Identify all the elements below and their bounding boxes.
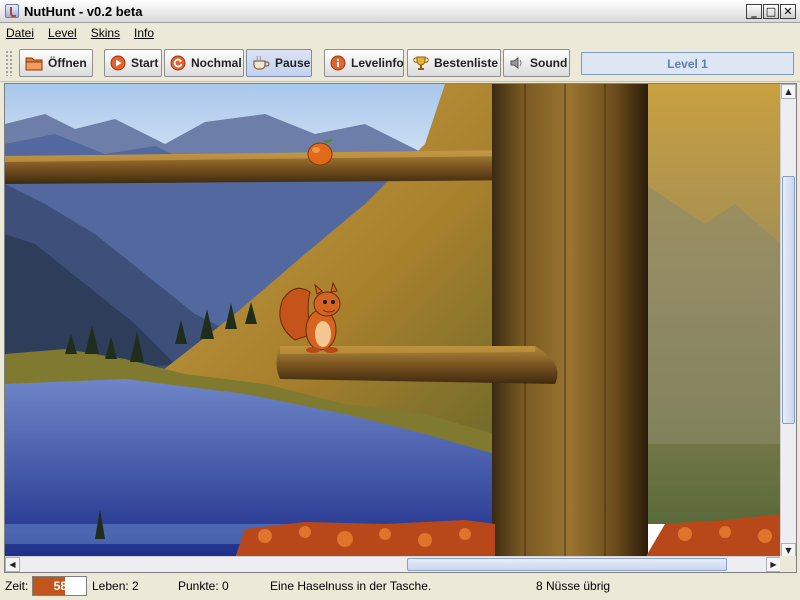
time-progress-bar: 58	[32, 576, 87, 596]
status-bar: Zeit: Leben: 2 Punkte: 0 Eine Haselnuss …	[0, 575, 800, 600]
scroll-up-arrow[interactable]: ▲	[781, 84, 796, 99]
start-button[interactable]: Start	[104, 49, 162, 77]
menu-info[interactable]: Info	[134, 26, 154, 40]
game-scene	[5, 84, 781, 558]
speaker-icon	[509, 54, 525, 72]
open-button-label: Öffnen	[48, 56, 87, 70]
time-value: 58	[53, 579, 67, 593]
levelinfo-button-label: Levelinfo	[351, 56, 404, 70]
menu-info-label: Info	[134, 26, 155, 40]
sound-button-label: Sound	[530, 56, 568, 70]
game-viewport: ▲ ▼ ◀ ▶	[4, 83, 797, 573]
highscores-button-label: Bestenliste	[434, 56, 499, 70]
info-icon	[330, 54, 346, 72]
scroll-right-arrow[interactable]: ▶	[766, 557, 781, 572]
horizontal-scrollbar[interactable]: ◀ ▶	[5, 556, 781, 572]
toolbar-grip[interactable]	[5, 50, 13, 76]
scroll-left-arrow[interactable]: ◀	[5, 557, 20, 572]
sound-button[interactable]: Sound	[503, 49, 570, 77]
minimize-button[interactable]: _	[746, 4, 762, 19]
menu-skins-label: Skins	[90, 26, 121, 40]
lives-counter: Leben: 2	[92, 579, 139, 593]
open-button[interactable]: Öffnen	[19, 49, 93, 77]
folder-icon	[25, 54, 43, 72]
time-label: Zeit:	[5, 579, 29, 593]
refresh-icon	[170, 54, 186, 72]
points-counter: Punkte: 0	[178, 579, 229, 593]
menu-bar: Datei Level Skins Info	[0, 23, 800, 43]
coffee-cup-icon	[252, 54, 270, 72]
levelinfo-button[interactable]: Levelinfo	[324, 49, 404, 77]
menu-skins[interactable]: Skins	[91, 26, 120, 40]
game-canvas[interactable]	[5, 84, 781, 558]
menu-datei[interactable]: Datei	[6, 26, 34, 40]
close-button[interactable]: ✕	[780, 4, 796, 19]
title-bar: NutHunt - v0.2 beta _ □ ✕	[0, 0, 800, 23]
play-icon	[110, 54, 126, 72]
highscores-button[interactable]: Bestenliste	[407, 49, 501, 77]
menu-level-label: Level	[48, 26, 77, 40]
scroll-corner	[780, 556, 796, 572]
menu-level[interactable]: Level	[48, 26, 77, 40]
restart-button[interactable]: Nochmal	[164, 49, 244, 77]
level-indicator: Level 1	[581, 52, 794, 75]
java-app-icon	[5, 4, 19, 18]
status-message: Eine Haselnuss in der Tasche.	[270, 579, 432, 593]
start-button-label: Start	[131, 56, 159, 70]
pause-button[interactable]: Pause	[246, 49, 312, 77]
window-controls: _ □ ✕	[746, 4, 796, 19]
horizontal-scroll-thumb[interactable]	[407, 558, 727, 571]
vertical-scrollbar[interactable]: ▲ ▼	[780, 84, 796, 558]
window-title: NutHunt - v0.2 beta	[24, 3, 143, 19]
trophy-icon	[413, 54, 429, 72]
maximize-button[interactable]: □	[763, 4, 779, 19]
pause-button-label: Pause	[275, 56, 311, 70]
vertical-scroll-thumb[interactable]	[782, 176, 795, 424]
nuts-remaining: 8 Nüsse übrig	[536, 579, 611, 593]
menu-datei-label: Datei	[6, 26, 35, 40]
restart-button-label: Nochmal	[191, 56, 242, 70]
